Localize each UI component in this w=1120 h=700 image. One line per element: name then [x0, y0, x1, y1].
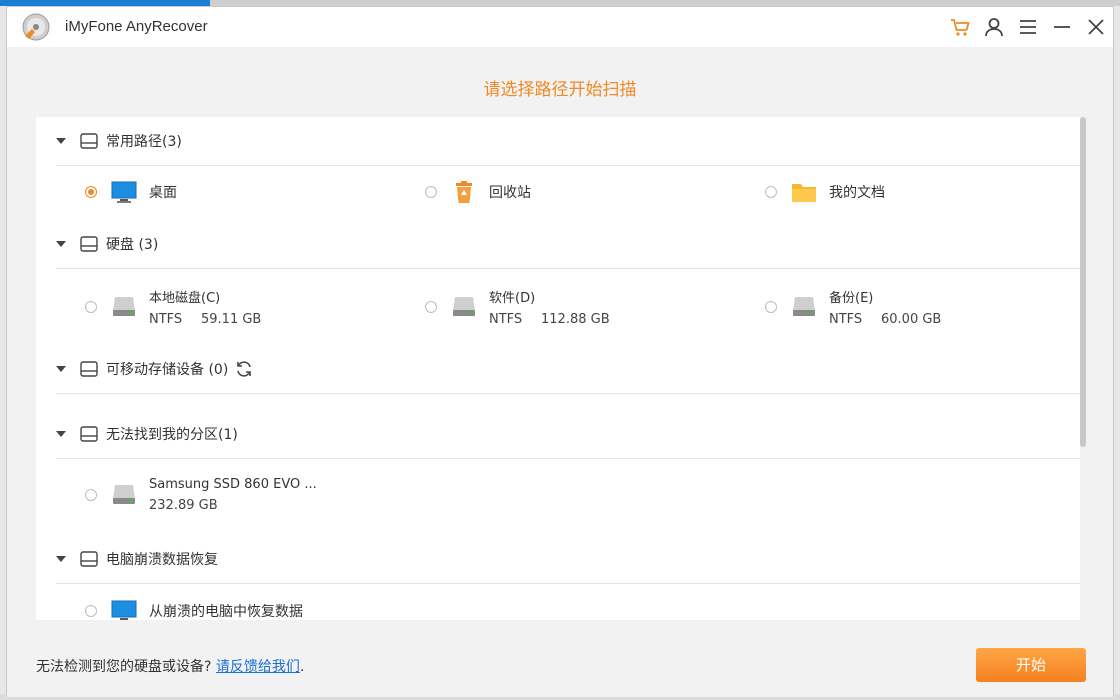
collapse-caret-icon[interactable] [56, 556, 66, 562]
start-button[interactable]: 开始 [976, 648, 1086, 682]
footer-help-text: 无法检测到您的硬盘或设备? 请反馈给我们. [36, 656, 304, 676]
desktop-monitor-icon [111, 599, 137, 620]
section-label: 电脑崩溃数据恢复 [106, 552, 218, 568]
footer-message: 无法检测到您的硬盘或设备? [36, 659, 216, 675]
section-label: 硬盘 (3) [106, 237, 159, 253]
drive-filesystem: NTFS [829, 312, 863, 327]
drive-outline-icon [80, 236, 98, 252]
drive-size: 60.00 GB [881, 312, 942, 327]
path-item-desktop[interactable]: 桌面 [85, 180, 177, 204]
page-title: 请选择路径开始扫描 [483, 80, 637, 100]
disk-item-c[interactable]: 本地磁盘(C) NTFS 59.11 GB [85, 287, 261, 327]
close-icon[interactable] [1085, 16, 1107, 38]
divider [56, 165, 1080, 166]
path-item-my-documents[interactable]: 我的文档 [765, 180, 885, 204]
app-window: iMyFone AnyRecover 请选择路径开始扫描 常用路径(3) 桌面 … [6, 6, 1114, 697]
item-label: 我的文档 [829, 185, 885, 201]
section-label: 常用路径(3) [106, 134, 182, 150]
section-crash-recovery[interactable]: 电脑崩溃数据恢复 [56, 545, 218, 573]
divider [56, 583, 1080, 584]
drive-outline-icon [80, 426, 98, 442]
title-bar: iMyFone AnyRecover [7, 7, 1113, 47]
recycle-bin-icon [451, 180, 477, 204]
drive-outline-icon [80, 361, 98, 377]
refresh-icon[interactable] [234, 359, 254, 379]
section-lost-partition[interactable]: 无法找到我的分区(1) [56, 420, 238, 448]
drive-name: 备份(E) [829, 291, 874, 306]
radio-button[interactable] [425, 186, 437, 198]
radio-button[interactable] [425, 301, 437, 313]
radio-button[interactable] [85, 489, 97, 501]
drive-size: 112.88 GB [541, 312, 610, 327]
collapse-caret-icon[interactable] [56, 431, 66, 437]
location-panel: 常用路径(3) 桌面 回收站 我的文档 硬盘 (3) 本地磁盘(C) NTFS … [36, 117, 1086, 620]
collapse-caret-icon[interactable] [56, 366, 66, 372]
drive-outline-icon [80, 551, 98, 567]
desktop-monitor-icon [111, 180, 137, 204]
section-label: 可移动存储设备 (0) [106, 362, 229, 378]
drive-name: 软件(D) [489, 291, 536, 306]
radio-button[interactable] [85, 605, 97, 617]
crash-recovery-item[interactable]: 从崩溃的电脑中恢复数据 [85, 599, 303, 620]
drive-filesystem: NTFS [489, 312, 523, 327]
user-icon[interactable] [983, 16, 1005, 38]
footer-suffix: . [299, 659, 305, 675]
drive-size: 59.11 GB [201, 312, 262, 327]
minimize-icon[interactable] [1051, 16, 1073, 38]
divider [56, 268, 1080, 269]
drive-outline-icon [80, 133, 98, 149]
footer: 无法检测到您的硬盘或设备? 请反馈给我们. 开始 [7, 621, 1113, 697]
radio-button[interactable] [85, 186, 97, 198]
radio-button[interactable] [85, 301, 97, 313]
app-logo-icon [21, 12, 51, 42]
scrollbar-thumb[interactable] [1080, 117, 1086, 447]
folder-icon [791, 180, 817, 204]
section-removable-devices[interactable]: 可移动存储设备 (0) [56, 355, 254, 383]
radio-button[interactable] [765, 186, 777, 198]
panel-scrollbar[interactable] [1080, 117, 1086, 620]
item-label: 从崩溃的电脑中恢复数据 [149, 604, 303, 620]
section-label: 无法找到我的分区(1) [106, 427, 238, 443]
drive-name: 本地磁盘(C) [149, 291, 221, 306]
item-label: 桌面 [149, 185, 177, 201]
collapse-caret-icon[interactable] [56, 138, 66, 144]
hard-drive-icon [451, 295, 477, 319]
drive-size: 232.89 GB [149, 498, 218, 513]
path-item-recycle-bin[interactable]: 回收站 [425, 180, 531, 204]
section-common-paths[interactable]: 常用路径(3) [56, 127, 182, 155]
header-area: 请选择路径开始扫描 [7, 47, 1113, 117]
app-title: iMyFone AnyRecover [65, 18, 208, 35]
feedback-link[interactable]: 请反馈给我们 [216, 659, 300, 675]
disk-item-d[interactable]: 软件(D) NTFS 112.88 GB [425, 287, 610, 327]
divider [56, 393, 1080, 394]
radio-button[interactable] [765, 301, 777, 313]
cart-icon[interactable] [949, 16, 971, 38]
drive-name: Samsung SSD 860 EVO ... [149, 477, 317, 492]
divider [56, 458, 1080, 459]
menu-icon[interactable] [1017, 16, 1039, 38]
hard-drive-icon [111, 295, 137, 319]
collapse-caret-icon[interactable] [56, 241, 66, 247]
hard-drive-icon [791, 295, 817, 319]
disk-item-e[interactable]: 备份(E) NTFS 60.00 GB [765, 287, 941, 327]
drive-filesystem: NTFS [149, 312, 183, 327]
hard-drive-icon [111, 483, 137, 507]
item-label: 回收站 [489, 185, 531, 201]
disk-item-samsung-ssd[interactable]: Samsung SSD 860 EVO ... 232.89 GB [85, 477, 317, 513]
section-hard-disks[interactable]: 硬盘 (3) [56, 230, 158, 258]
